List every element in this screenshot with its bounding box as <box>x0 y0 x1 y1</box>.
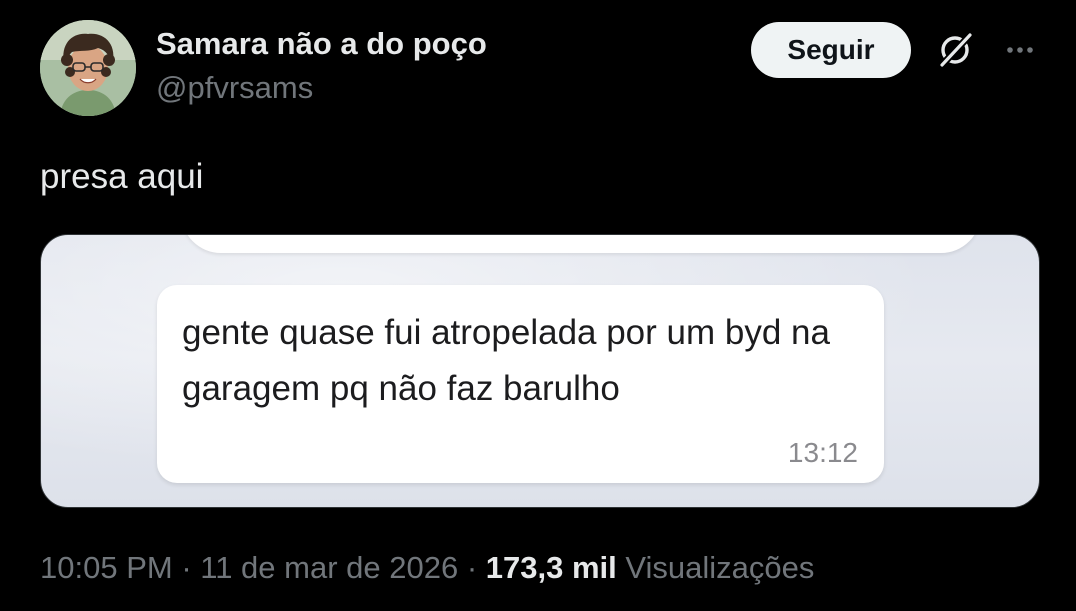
tweet-header: Samara não a do poço @pfvrsams Seguir <box>40 20 1040 120</box>
follow-button[interactable]: Seguir <box>751 22 911 78</box>
grok-icon[interactable] <box>933 28 977 72</box>
chat-message-bubble: gente quase fui atropelada por um byd na… <box>157 285 884 483</box>
author-handle[interactable]: @pfvrsams <box>156 68 487 108</box>
tweet-date[interactable]: 11 de mar de 2026 <box>200 550 458 585</box>
chat-message-text: gente quase fui atropelada por um byd na… <box>182 313 830 408</box>
tweet-meta: 10:05 PM · 11 de mar de 2026 · 173,3 mil… <box>40 548 814 588</box>
tweet-text: presa aqui <box>40 157 204 196</box>
avatar[interactable] <box>40 20 136 116</box>
tweet-media-image[interactable]: gente quase fui atropelada por um byd na… <box>40 234 1040 508</box>
previous-message-bubble <box>181 235 981 253</box>
tweet-time[interactable]: 10:05 PM <box>40 550 173 585</box>
more-options-icon[interactable] <box>998 28 1042 72</box>
meta-separator: · <box>458 550 486 585</box>
meta-separator: · <box>172 550 201 585</box>
chat-message-time: 13:12 <box>787 437 858 468</box>
views-label: Visualizações <box>625 550 815 585</box>
views-count: 173,3 mil <box>485 550 617 585</box>
author-names: Samara não a do poço @pfvrsams <box>156 26 487 108</box>
author-display-name[interactable]: Samara não a do poço <box>156 26 487 62</box>
avatar-photo <box>40 20 136 116</box>
